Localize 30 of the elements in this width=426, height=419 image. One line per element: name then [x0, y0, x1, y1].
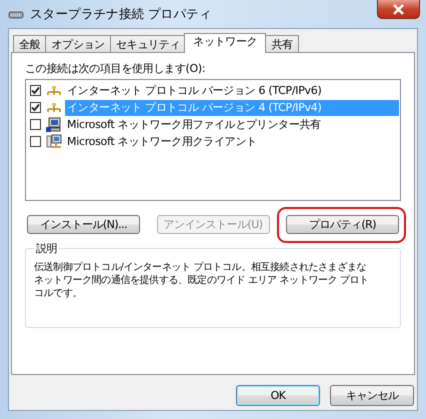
- network-protocol-icon: [46, 102, 62, 112]
- tab[interactable]: 全般: [13, 35, 46, 53]
- action-button[interactable]: インストール(N)...: [27, 215, 140, 234]
- tab[interactable]: オプション: [45, 35, 111, 53]
- dialog-button[interactable]: OK: [236, 385, 320, 406]
- tab[interactable]: 共有: [265, 35, 299, 53]
- tab[interactable]: セキュリティ: [110, 35, 186, 53]
- close-button[interactable]: [377, 0, 420, 19]
- tab[interactable]: ネットワーク: [184, 33, 266, 53]
- computer-icon: [46, 134, 62, 150]
- checkbox[interactable]: [30, 119, 41, 130]
- network-icon: [8, 10, 24, 18]
- description-text: ネットワーク間の通信を提供する、既定のワイド エリア ネットワーク プロト: [34, 274, 369, 287]
- list-label: この接続は次の項目を使用します(O):: [25, 61, 206, 76]
- computer-icon: [46, 116, 62, 132]
- window-title: スタープラチナ接続 プロパティ: [30, 6, 212, 22]
- network-protocol-icon: [46, 86, 62, 96]
- close-icon: [392, 4, 405, 14]
- description-text: 伝送制御プロトコル/インターネット プロトコル。相互接続されたさまざまな: [34, 261, 366, 274]
- list-item[interactable]: インターネット プロトコル バージョン 6 (TCP/IPv6): [65, 82, 399, 98]
- action-button[interactable]: プロパティ(R): [286, 215, 399, 234]
- component-list[interactable]: インターネット プロトコル バージョン 6 (TCP/IPv6) インターネット プロトコル バージョン 4 (TCP/IPv4) Microsoft ネットワーク用ファイルとプリンター共有 Microsoft ネットワーク用クライアント: [25, 79, 401, 201]
- checkbox[interactable]: [30, 85, 41, 96]
- group-title: 説明: [34, 241, 60, 256]
- dialog-button[interactable]: キャンセル: [330, 385, 414, 406]
- checkbox[interactable]: [30, 102, 41, 113]
- list-item[interactable]: Microsoft ネットワーク用ファイルとプリンター共有: [65, 116, 399, 132]
- list-item[interactable]: Microsoft ネットワーク用クライアント: [65, 134, 399, 150]
- checkbox[interactable]: [30, 136, 41, 147]
- description-text: コルです。: [34, 287, 82, 300]
